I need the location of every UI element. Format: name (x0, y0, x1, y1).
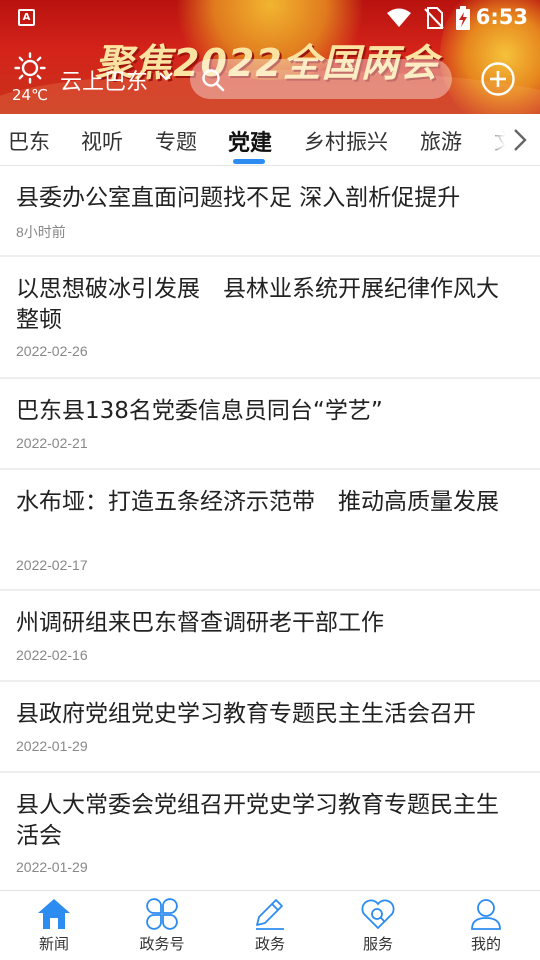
tab-tourism[interactable]: 旅游 (420, 126, 462, 156)
plus-circle-icon[interactable] (481, 62, 515, 96)
tab-topics[interactable]: 专题 (155, 126, 197, 156)
location-selector[interactable]: 云上巴东 (60, 64, 148, 96)
nav-label: 新闻 (38, 935, 69, 953)
status-bar: A 6:53 (0, 0, 540, 36)
nav-label: 政务号 (139, 935, 185, 953)
list-item[interactable]: 巴东县138名党委信息员同台“学艺” 2022-02-21 (0, 379, 540, 470)
app-notification-icon: A (18, 9, 35, 26)
clover-icon (146, 898, 178, 930)
nav-gov-accounts[interactable]: 政务号 (108, 891, 216, 960)
search-icon (202, 69, 225, 92)
article-date: 2022-02-21 (16, 435, 88, 451)
header-banner: A 6:53 聚焦2022全国两会 24℃ 云上巴东 (0, 0, 540, 114)
article-title: 以思想破冰引发展 县林业系统开展纪律作风大整顿 (16, 276, 499, 333)
status-time: 6:53 (475, 5, 528, 29)
list-item[interactable]: 县委办公室直面问题找不足 深入剖析促提升 8小时前 (0, 166, 540, 257)
article-title: 水布垭：打造五条经济示范带 推动高质量发展 (16, 489, 499, 515)
article-date: 8小时前 (16, 224, 66, 240)
search-box[interactable] (190, 59, 452, 99)
channel-tabs: 巴东 视听 专题 党建 乡村振兴 旅游 文 (0, 114, 540, 166)
list-item[interactable]: 县人大常委会党组召开党史学习教育专题民主生活会 2022-01-29 (0, 773, 540, 890)
article-title: 州调研组来巴东督查调研老干部工作 (16, 610, 384, 636)
article-date: 2022-02-16 (16, 647, 88, 663)
nav-services[interactable]: 服务 (324, 891, 432, 960)
nav-label: 服务 (362, 935, 393, 953)
tabs-fade (482, 114, 540, 165)
active-tab-indicator (233, 159, 265, 164)
user-icon (471, 899, 501, 930)
chevron-right-icon[interactable] (512, 128, 528, 152)
nav-government[interactable]: 政务 (216, 891, 324, 960)
search-input[interactable] (234, 59, 444, 99)
battery-charging-icon (456, 6, 470, 30)
weather-widget[interactable]: 24℃ (10, 52, 50, 106)
list-item[interactable]: 县政府党组党史学习教育专题民主生活会召开 2022-01-29 (0, 682, 540, 773)
list-item[interactable]: 以思想破冰引发展 县林业系统开展纪律作风大整顿 2022-02-26 (0, 257, 540, 379)
list-item[interactable]: 州调研组来巴东督查调研老干部工作 2022-02-16 (0, 591, 540, 682)
heart-search-icon (361, 899, 395, 930)
tab-video[interactable]: 视听 (81, 126, 123, 156)
article-date: 2022-02-17 (16, 557, 88, 573)
article-title: 县人大常委会党组召开党史学习教育专题民主生活会 (16, 792, 499, 849)
nav-label: 我的 (470, 935, 501, 953)
sun-icon (14, 52, 46, 84)
status-icons (386, 6, 470, 30)
article-date: 2022-01-29 (16, 738, 88, 754)
home-icon (38, 899, 70, 929)
tab-rural-revitalization[interactable]: 乡村振兴 (304, 126, 388, 156)
pen-icon (256, 899, 284, 930)
list-item[interactable]: 水布垭：打造五条经济示范带 推动高质量发展 2022-02-17 (0, 470, 540, 591)
bottom-nav: 新闻 政务号 政务 服务 我的 (0, 890, 540, 960)
weather-temperature: 24℃ (12, 86, 48, 104)
chevron-down-icon[interactable] (158, 70, 174, 82)
article-date: 2022-01-29 (16, 859, 88, 875)
tab-party-building[interactable]: 党建 (228, 125, 272, 157)
no-sim-icon (424, 7, 444, 29)
nav-profile[interactable]: 我的 (432, 891, 540, 960)
article-title: 县委办公室直面问题找不足 深入剖析促提升 (16, 185, 461, 211)
tab-badong[interactable]: 巴东 (8, 126, 50, 156)
nav-news[interactable]: 新闻 (0, 891, 108, 960)
wifi-icon (387, 8, 411, 27)
article-title: 县政府党组党史学习教育专题民主生活会召开 (16, 701, 476, 727)
nav-label: 政务 (254, 935, 285, 953)
article-date: 2022-02-26 (16, 343, 88, 359)
article-title: 巴东县138名党委信息员同台“学艺” (16, 398, 383, 424)
